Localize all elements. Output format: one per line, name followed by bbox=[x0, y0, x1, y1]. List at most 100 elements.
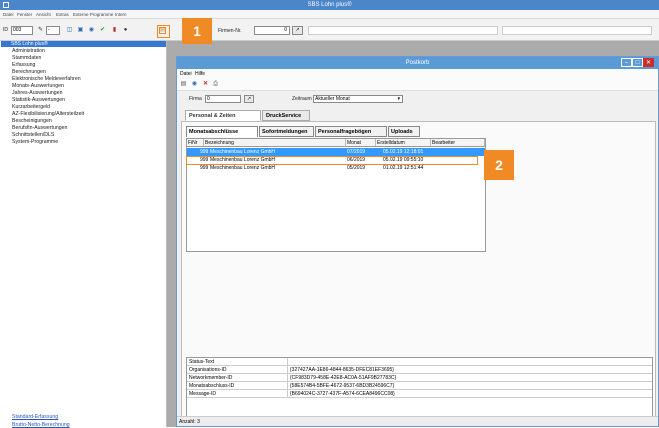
property-key: Status-Text bbox=[189, 359, 215, 365]
firmen-lookup-button[interactable]: ↗ bbox=[292, 26, 303, 35]
menu-intern[interactable]: Intern bbox=[115, 12, 127, 17]
sidebar-item-meldeverfahren[interactable]: Elektronische Meldeverfahren bbox=[12, 76, 81, 82]
settings-icon[interactable]: ● bbox=[122, 27, 129, 34]
property-row: Networkmember-ID {CF983D79-458E-42E8-AC0… bbox=[187, 374, 652, 382]
column-header-erstelldatum[interactable]: Erstelldatum bbox=[376, 139, 431, 147]
subtab-monatsabschluesse[interactable]: Monatsabschlüsse bbox=[186, 126, 258, 137]
firmen-nr-label: Firmen-Nr. bbox=[218, 28, 242, 34]
postkorb-title: Postkorb bbox=[405, 60, 430, 66]
sidebar-item-stammdaten[interactable]: Stammdaten bbox=[12, 55, 41, 61]
property-row: Monatsabschluss-ID {58E574B4-5BFE-4672-9… bbox=[187, 382, 652, 390]
postkorb-menu-datei[interactable]: Datei bbox=[180, 71, 192, 77]
sidebar-item-bescheinigungen[interactable]: Bescheinigungen bbox=[12, 118, 52, 124]
postkorb-window: Postkorb – □ ✕ Datei Hilfe ▤ ◉ ✕ ⎙ Firma… bbox=[176, 56, 659, 427]
edit-icon[interactable]: ✎ bbox=[37, 27, 44, 34]
app-toolbar: ID 003 ✎ - ◫ ▣ ◉ ✔ ▮ ● ✉ Firmen-Nr. 0 ↗ bbox=[0, 19, 659, 41]
tab-druckservice[interactable]: DruckService bbox=[262, 110, 310, 121]
sidebar-item-kurzarbeitergeld[interactable]: Kurzarbeitergeld bbox=[12, 104, 50, 110]
app-title: SBS Lohn plus® bbox=[307, 2, 352, 8]
sidebar-item-berechnungen[interactable]: Berechnungen bbox=[12, 69, 46, 75]
main-application: SBS Lohn plus® Datei Fenster Ansicht Ext… bbox=[0, 0, 659, 428]
book-icon[interactable]: ▮ bbox=[111, 27, 118, 34]
property-row: Organisations-ID {327427AA-1E86-4844-863… bbox=[187, 366, 652, 374]
id-dropdown[interactable]: - bbox=[46, 26, 60, 35]
id-input[interactable]: 003 bbox=[11, 26, 33, 35]
eye-icon[interactable]: ◉ bbox=[88, 27, 95, 34]
page-icon[interactable]: ▤ bbox=[180, 81, 187, 88]
cell-bezeichnung: Meschinenbau Lorenz GmbH bbox=[210, 165, 276, 171]
subtab-sofortmeldungen[interactable]: Sofortmeldungen bbox=[259, 126, 314, 137]
postkorb-filter-row: Firma 0 ↗ Zeitraum Aktueller Monat ▾ bbox=[177, 93, 658, 105]
users-icon[interactable]: ◫ bbox=[66, 27, 73, 34]
app-title-bar: SBS Lohn plus® bbox=[0, 0, 659, 10]
property-value bbox=[287, 358, 290, 366]
menu-ansicht[interactable]: Ansicht bbox=[36, 12, 51, 17]
print-icon[interactable]: ⎙ bbox=[212, 81, 219, 88]
property-row: Status-Text bbox=[187, 358, 652, 366]
property-key: Networkmember-ID bbox=[189, 375, 233, 381]
delete-icon[interactable]: ✕ bbox=[202, 81, 209, 88]
property-row: Message-ID {B694024C-3727-437F-A574-6CEA… bbox=[187, 390, 652, 398]
postkorb-title-bar: Postkorb – □ ✕ bbox=[177, 57, 658, 69]
refresh-icon[interactable]: ◉ bbox=[191, 81, 198, 88]
firmen-name-display bbox=[308, 26, 498, 35]
cell-finr: 999 bbox=[200, 165, 209, 171]
subtab-uploads[interactable]: Uploads bbox=[388, 126, 420, 137]
maximize-button[interactable]: □ bbox=[632, 58, 643, 67]
zeitraum-value: Aktueller Monat bbox=[315, 96, 350, 102]
column-header-finr[interactable]: FiNr bbox=[187, 139, 204, 147]
table-row[interactable]: 999 Meschinenbau Lorenz GmbH 07/2019 05.… bbox=[187, 148, 485, 156]
callout-step-one: 1 bbox=[182, 18, 212, 44]
firma-lookup-button[interactable]: ↗ bbox=[244, 95, 254, 103]
column-header-bearbeiter[interactable]: Bearbeiter bbox=[431, 139, 485, 147]
chevron-down-icon: ▾ bbox=[397, 96, 400, 102]
callout-highlight-postkorb bbox=[157, 25, 170, 38]
column-header-bezeichnung[interactable]: Bezeichnung bbox=[204, 139, 346, 147]
toolbar-info-display bbox=[502, 26, 652, 35]
sidebar-item-administration[interactable]: Administration bbox=[12, 48, 45, 54]
menu-extras[interactable]: Extras bbox=[56, 12, 69, 17]
postkorb-menu-hilfe[interactable]: Hilfe bbox=[195, 71, 205, 77]
cell-bezeichnung: Meschinenbau Lorenz GmbH bbox=[210, 149, 276, 155]
property-key: Monatsabschluss-ID bbox=[189, 383, 235, 389]
sidebar-item-statistik-auswertungen[interactable]: Statistik-Auswertungen bbox=[12, 97, 65, 103]
minimize-button[interactable]: – bbox=[621, 58, 632, 67]
postkorb-menu-bar: Datei Hilfe bbox=[177, 69, 658, 78]
property-key: Message-ID bbox=[189, 391, 216, 397]
details-property-grid: Status-Text Organisations-ID {327427AA-1… bbox=[186, 357, 653, 425]
sidebar-link-brutto-netto[interactable]: Brutto-Netto-Berechnung bbox=[12, 422, 70, 428]
navigation-sidebar: SBS Lohn plus® Administration Stammdaten… bbox=[0, 41, 167, 428]
personal-zeiten-panel: Monatsabschlüsse Sofortmeldungen Persona… bbox=[181, 121, 656, 425]
sidebar-item-system-programme[interactable]: System-Programme bbox=[12, 139, 58, 145]
id-label: ID bbox=[3, 27, 8, 33]
firma-input[interactable]: 0 bbox=[205, 95, 241, 103]
sidebar-item-az-flexibilisierung[interactable]: AZ-Flexibilisierung/Altersteilzeit bbox=[12, 111, 84, 117]
sidebar-item-schnittstellen[interactable]: Schnittstellen/DLS bbox=[12, 132, 54, 138]
sidebar-link-standard-erfassung[interactable]: Standard-Erfassung bbox=[12, 414, 58, 420]
sidebar-item-berufsfin-auswertungen[interactable]: Berufsfin-Auswertungen bbox=[12, 125, 67, 131]
callout-highlight-row bbox=[186, 156, 478, 165]
close-button[interactable]: ✕ bbox=[643, 58, 654, 67]
sidebar-item-monats-auswertungen[interactable]: Monats-Auswertungen bbox=[12, 83, 64, 89]
check-icon[interactable]: ✔ bbox=[99, 27, 106, 34]
tab-personal-zeiten[interactable]: Personal & Zeiten bbox=[185, 110, 261, 121]
menu-externe-programme[interactable]: Externe Programme bbox=[73, 12, 113, 17]
monitor-icon[interactable]: ▣ bbox=[77, 27, 84, 34]
table-row[interactable]: 999 Meschinenbau Lorenz GmbH 05/2019 01.… bbox=[187, 164, 485, 172]
sidebar-header[interactable]: SBS Lohn plus® bbox=[1, 41, 166, 47]
cell-bearbeiter bbox=[431, 148, 485, 156]
cell-monat: 05/2019 bbox=[347, 165, 366, 171]
app-menu-bar: Datei Fenster Ansicht Extras Externe Pro… bbox=[0, 10, 659, 19]
menu-datei[interactable]: Datei bbox=[3, 12, 14, 17]
firmen-nr-input[interactable]: 0 bbox=[254, 26, 290, 35]
subtab-personalfrageboegen[interactable]: Personalfragebögen bbox=[315, 126, 387, 137]
cell-monat: 07/2019 bbox=[347, 149, 366, 155]
property-key: Organisations-ID bbox=[189, 367, 227, 373]
column-header-monat[interactable]: Monat bbox=[346, 139, 376, 147]
zeitraum-select[interactable]: Aktueller Monat ▾ bbox=[313, 95, 403, 103]
sidebar-item-erfassung[interactable]: Erfassung bbox=[12, 62, 35, 68]
sidebar-item-jahres-auswertungen[interactable]: Jahres-Auswertungen bbox=[12, 90, 62, 96]
property-value: {327427AA-1E86-4844-8635-DFEC81EF3695} bbox=[287, 366, 394, 374]
cell-erstelldatum: 01.02.19 12:51:44 bbox=[383, 165, 424, 171]
menu-fenster[interactable]: Fenster bbox=[17, 12, 32, 17]
